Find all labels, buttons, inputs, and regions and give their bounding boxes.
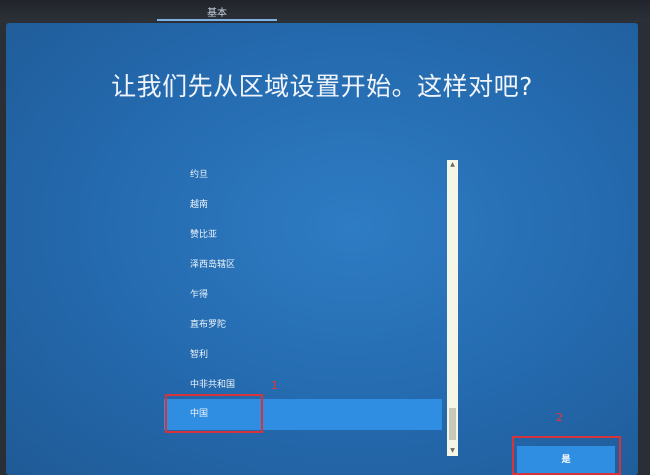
page-title: 让我们先从区域设置开始。这样对吧? (111, 72, 533, 101)
scroll-up-icon[interactable]: ▲ (447, 160, 458, 170)
list-item[interactable]: 赞比亚 (164, 220, 442, 250)
tab-indicator (157, 19, 277, 21)
list-item[interactable]: 智利 (164, 340, 442, 370)
scroll-down-icon[interactable]: ▼ (447, 446, 458, 456)
list-item[interactable]: 泽西岛辖区 (164, 250, 442, 280)
list-scrollbar[interactable]: ▲ ▼ (447, 160, 458, 456)
annotation-marker-2: 2 (556, 411, 563, 424)
annotation-box-2 (512, 436, 621, 475)
annotation-box-1 (165, 394, 263, 433)
annotation-marker-1: 1 (271, 379, 278, 392)
setup-screen: 让我们先从区域设置开始。这样对吧? 约旦 越南 赞比亚 泽西岛辖区 乍得 直布罗… (6, 23, 638, 475)
scroll-thumb[interactable] (449, 408, 456, 440)
list-item[interactable]: 越南 (164, 190, 442, 220)
list-item[interactable]: 直布罗陀 (164, 310, 442, 340)
list-item[interactable]: 约旦 (164, 160, 442, 190)
tab-basic[interactable]: 基本 (187, 4, 247, 19)
top-tab-bar: 基本 (0, 0, 650, 22)
list-item[interactable]: 乍得 (164, 280, 442, 310)
